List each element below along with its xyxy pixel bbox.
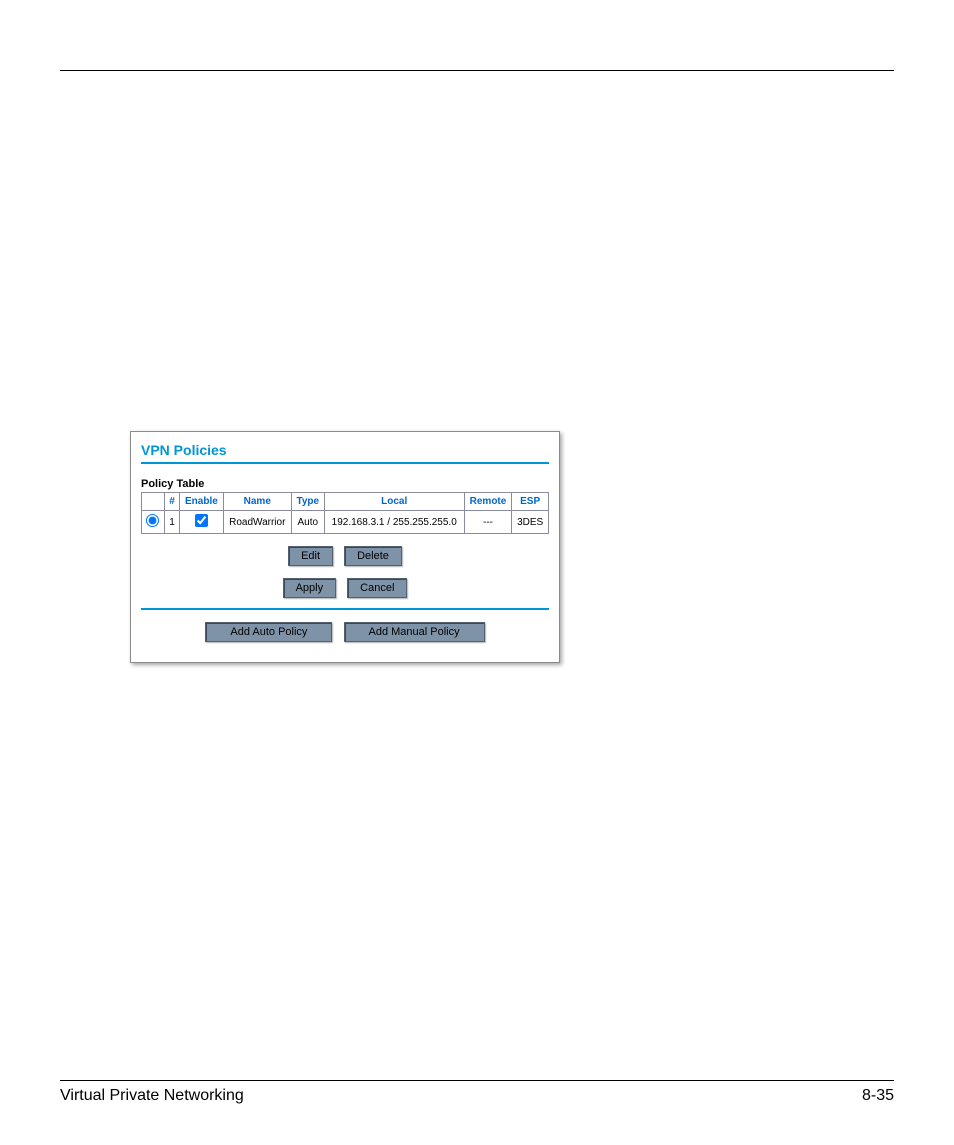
cell-esp: 3DES	[512, 511, 549, 534]
footer-page-number: 8-35	[862, 1087, 894, 1105]
col-local: Local	[324, 493, 464, 511]
delete-button[interactable]: Delete	[344, 546, 402, 566]
col-esp: ESP	[512, 493, 549, 511]
add-manual-policy-button[interactable]: Add Manual Policy	[344, 622, 485, 642]
table-header-row: # Enable Name Type Local Remote ESP	[142, 493, 549, 511]
apply-button[interactable]: Apply	[283, 578, 337, 598]
policy-table: # Enable Name Type Local Remote ESP 1 Ro…	[141, 492, 549, 534]
apply-cancel-row: Apply Cancel	[141, 578, 549, 598]
edit-delete-row: Edit Delete	[141, 546, 549, 566]
divider	[141, 608, 549, 610]
footer-section-title: Virtual Private Networking	[60, 1087, 244, 1105]
cancel-button[interactable]: Cancel	[347, 578, 407, 598]
cell-num: 1	[164, 511, 179, 534]
col-remote: Remote	[464, 493, 512, 511]
cell-local: 192.168.3.1 / 255.255.255.0	[324, 511, 464, 534]
col-name: Name	[223, 493, 291, 511]
cell-type: Auto	[291, 511, 324, 534]
page-footer: Virtual Private Networking 8-35	[60, 1080, 894, 1105]
row-select-radio[interactable]	[146, 514, 159, 527]
col-select	[142, 493, 165, 511]
add-policy-row: Add Auto Policy Add Manual Policy	[141, 622, 549, 642]
col-type: Type	[291, 493, 324, 511]
vpn-policies-panel: VPN Policies Policy Table # Enable Name …	[130, 431, 560, 663]
cell-name: RoadWarrior	[223, 511, 291, 534]
divider	[141, 462, 549, 464]
cell-remote: ---	[464, 511, 512, 534]
row-enable-checkbox[interactable]	[195, 514, 208, 527]
col-num: #	[164, 493, 179, 511]
top-rule	[60, 70, 894, 71]
footer-rule	[60, 1080, 894, 1081]
policy-table-label: Policy Table	[141, 478, 549, 490]
panel-title: VPN Policies	[141, 442, 549, 458]
edit-button[interactable]: Edit	[288, 546, 333, 566]
add-auto-policy-button[interactable]: Add Auto Policy	[205, 622, 332, 642]
table-row: 1 RoadWarrior Auto 192.168.3.1 / 255.255…	[142, 511, 549, 534]
col-enable: Enable	[180, 493, 224, 511]
